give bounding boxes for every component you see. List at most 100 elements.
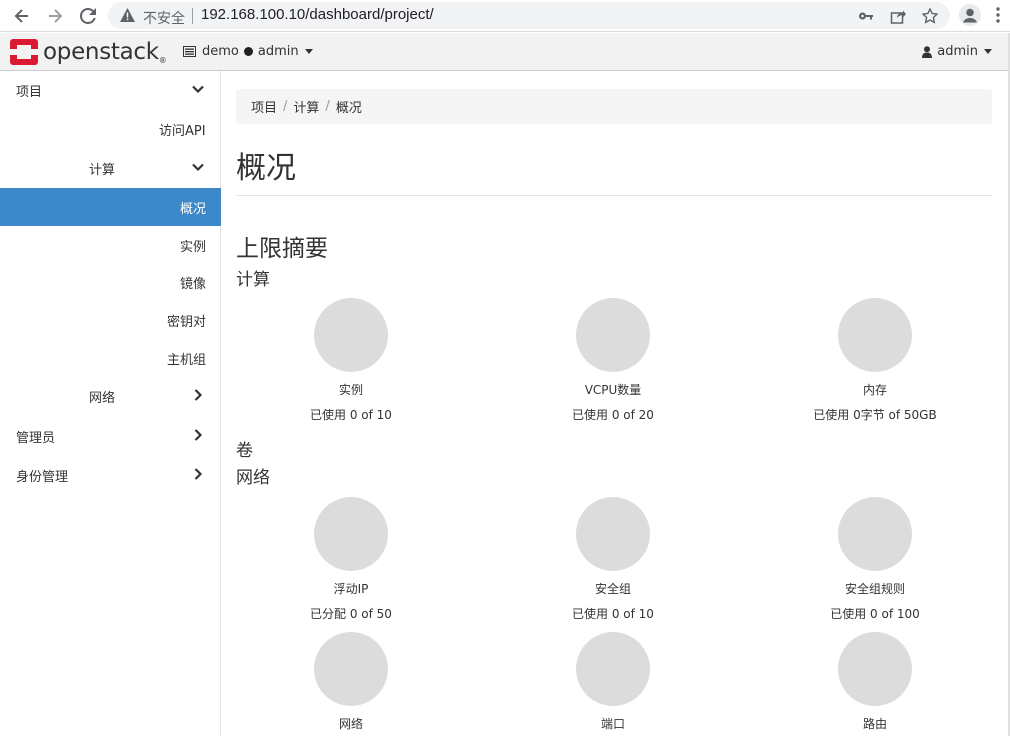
quota-chart-floating-ips: 浮动IP 已分配 0 of 50 <box>261 497 441 622</box>
pie-chart <box>838 632 912 706</box>
pie-chart <box>838 497 912 571</box>
sidebar-item-label: 主机组 <box>167 353 207 368</box>
chevron-right-icon <box>191 428 205 446</box>
sidebar-item-network[interactable]: 网络 <box>0 377 221 415</box>
quota-chart-title: 内存 <box>862 383 887 397</box>
sidebar-item-api-access[interactable]: 访问API <box>0 110 221 148</box>
back-icon[interactable] <box>11 5 33 27</box>
quota-chart-title: 安全组 <box>594 582 631 596</box>
sidebar-item-project[interactable]: 项目 <box>0 71 221 109</box>
browser-menu-icon[interactable] <box>996 7 1000 26</box>
share-icon[interactable] <box>890 8 906 24</box>
project-name: demo <box>202 44 239 59</box>
network-section-heading: 网络 <box>236 468 270 488</box>
volume-section-heading: 卷 <box>236 441 253 461</box>
domain-name: admin <box>257 44 299 59</box>
omnibox-divider <box>192 8 193 24</box>
chevron-right-icon <box>191 467 205 485</box>
quota-chart-title: 安全组规则 <box>844 582 905 596</box>
pie-chart <box>576 632 650 706</box>
sidebar-item-identity[interactable]: 身份管理 <box>0 456 221 494</box>
bookmark-star-icon[interactable] <box>921 7 939 24</box>
quota-chart-usage: 已使用 0 of 10 <box>572 607 654 621</box>
pie-chart <box>314 298 388 372</box>
security-label[interactable]: 不安全 <box>143 8 185 28</box>
quota-chart-security-groups: 安全组 已使用 0 of 10 <box>523 497 703 622</box>
quota-chart-title: VCPU数量 <box>584 383 642 397</box>
chevron-down-icon <box>191 82 205 100</box>
pie-chart <box>576 298 650 372</box>
openstack-header: openstack® demo admin admin <box>0 33 1010 71</box>
user-dropdown[interactable]: admin <box>922 44 992 59</box>
openstack-logo[interactable]: openstack® <box>10 39 167 65</box>
breadcrumb-item-overview: 概况 <box>335 101 362 116</box>
quota-chart-security-group-rules: 安全组规则 已使用 0 of 100 <box>785 497 965 622</box>
quota-chart-ram: 内存 已使用 0字节 of 50GB <box>785 298 965 423</box>
chevron-down-icon <box>191 160 205 178</box>
sidebar-item-label: 项目 <box>16 85 43 100</box>
sidebar-item-instances[interactable]: 实例 <box>0 226 221 264</box>
sidebar-item-label: 身份管理 <box>16 470 69 485</box>
quota-chart-routers: 路由 <box>785 632 965 732</box>
sidebar-item-label: 概况 <box>180 202 207 217</box>
sidebar: 项目 访问API 计算 概况 实例 镜像 密钥对 主机组 网络 管理员 身份管理 <box>0 71 221 736</box>
breadcrumb-item-project[interactable]: 项目 <box>251 97 277 116</box>
limit-summary-heading: 上限摘要 <box>236 236 328 262</box>
sidebar-item-compute[interactable]: 计算 <box>0 149 221 187</box>
pie-chart <box>838 298 912 372</box>
breadcrumb: 项目 / 计算 / 概况 <box>236 89 992 124</box>
quota-chart-title: 路由 <box>862 717 887 731</box>
sidebar-item-overview[interactable]: 概况 <box>0 188 221 226</box>
url-text[interactable]: 192.168.100.10/dashboard/project/ <box>201 6 434 23</box>
quota-chart-title: 浮动IP <box>333 582 369 596</box>
warning-icon[interactable] <box>120 8 135 25</box>
quota-chart-usage: 已分配 0 of 50 <box>310 607 392 621</box>
sidebar-item-label: 网络 <box>89 391 116 406</box>
quota-chart-usage: 已使用 0 of 10 <box>310 408 392 422</box>
key-icon[interactable] <box>858 8 874 24</box>
breadcrumb-separator: / <box>325 99 330 114</box>
pie-chart <box>314 632 388 706</box>
quota-chart-usage: 已使用 0 of 100 <box>830 607 920 621</box>
sidebar-item-admin[interactable]: 管理员 <box>0 417 221 455</box>
sidebar-item-images[interactable]: 镜像 <box>0 263 221 301</box>
browser-toolbar: 不安全 192.168.100.10/dashboard/project/ <box>0 0 1010 32</box>
sidebar-item-label: 镜像 <box>180 277 207 292</box>
page-title: 概况 <box>236 151 296 186</box>
logo-text: openstack <box>43 39 159 65</box>
user-name: admin <box>937 44 978 59</box>
user-icon <box>922 45 933 58</box>
caret-down-icon <box>984 49 992 54</box>
caret-down-icon <box>304 49 313 54</box>
sidebar-item-label: 实例 <box>180 240 207 255</box>
sidebar-item-label: 访问API <box>159 124 206 139</box>
quota-chart-usage: 已使用 0 of 20 <box>572 408 654 422</box>
compute-section-heading: 计算 <box>236 270 270 290</box>
separator-dot-icon <box>243 47 253 56</box>
title-divider <box>236 195 992 196</box>
quota-chart-title: 实例 <box>338 383 363 397</box>
sidebar-item-label: 计算 <box>89 163 116 178</box>
reload-icon[interactable] <box>77 5 99 27</box>
sidebar-item-label: 密钥对 <box>167 315 207 330</box>
quota-chart-instances: 实例 已使用 0 of 10 <box>261 298 441 423</box>
pie-chart <box>314 497 388 571</box>
quota-chart-ports: 端口 <box>523 632 703 732</box>
sidebar-item-label: 管理员 <box>16 431 56 446</box>
project-icon <box>183 46 196 57</box>
profile-avatar-icon[interactable] <box>959 4 981 26</box>
quota-chart-networks: 网络 <box>261 632 441 732</box>
quota-chart-title: 网络 <box>338 717 363 731</box>
address-bar[interactable]: 不安全 192.168.100.10/dashboard/project/ <box>108 2 950 29</box>
sidebar-item-server-groups[interactable]: 主机组 <box>0 339 221 377</box>
project-dropdown[interactable]: demo admin <box>183 44 313 59</box>
sidebar-item-keypairs[interactable]: 密钥对 <box>0 301 221 339</box>
breadcrumb-item-compute[interactable]: 计算 <box>293 97 319 116</box>
quota-chart-usage: 已使用 0字节 of 50GB <box>813 408 937 422</box>
main-content: 项目 / 计算 / 概况 概况 上限摘要 计算 实例 已使用 0 of 10 V… <box>236 71 992 736</box>
chevron-right-icon <box>191 388 205 406</box>
pie-chart <box>576 497 650 571</box>
quota-chart-vcpus: VCPU数量 已使用 0 of 20 <box>523 298 703 423</box>
forward-icon[interactable] <box>44 5 66 27</box>
breadcrumb-separator: / <box>283 99 288 114</box>
